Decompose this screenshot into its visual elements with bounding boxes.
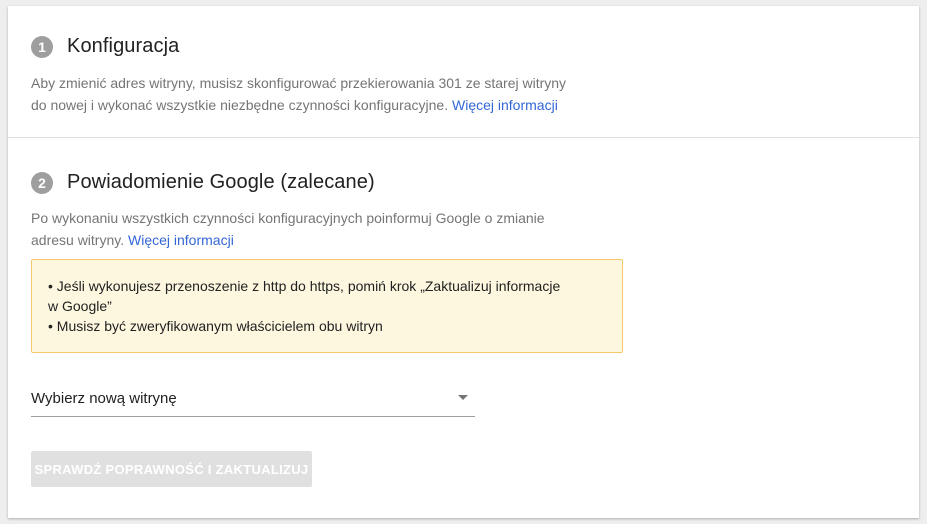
step-1-desc-line2-wrap: do nowej i wykonać wszystkie niezbędne c… (31, 94, 621, 116)
notice-item-verified-owner: • Musisz być zweryfikowanym właścicielem… (48, 318, 383, 334)
warning-notice: • Jeśli wykonujesz przenoszenie z http d… (31, 259, 623, 353)
step-2-desc-line1: Po wykonaniu wszystkich czynności konfig… (31, 210, 545, 226)
step-2-desc-line2-wrap: adresu witryny. Więcej informacji (31, 229, 621, 251)
new-site-select-label: Wybierz nową witrynę (31, 390, 177, 407)
step-2-badge: 2 (31, 171, 53, 194)
step-2-header: 2 Powiadomienie Google (zalecane) (31, 171, 375, 194)
step-2-description: Po wykonaniu wszystkich czynności konfig… (31, 207, 621, 251)
validate-and-update-button[interactable]: SPRAWDŹ POPRAWNOŚĆ I ZAKTUALIZUJ (31, 451, 312, 487)
step-1-learn-more-link[interactable]: Więcej informacji (452, 97, 558, 113)
step-1-header: 1 Konfiguracja (31, 35, 179, 58)
notice-item-https-line1: • Jeśli wykonujesz przenoszenie z http d… (48, 278, 561, 294)
notice-item-https-line2: w Google” (48, 298, 112, 314)
step-2-desc-line2: adresu witryny. (31, 232, 125, 248)
step-1-title: Konfiguracja (67, 35, 180, 57)
step-1-desc-line1: Aby zmienić adres witryny, musisz skonfi… (31, 75, 567, 91)
step-2-learn-more-link[interactable]: Więcej informacji (128, 232, 234, 248)
step-configuration: 1 Konfiguracja Aby zmienić adres witryny… (8, 6, 919, 138)
step-1-desc-line2: do nowej i wykonać wszystkie niezbędne c… (31, 97, 449, 113)
new-site-select[interactable]: Wybierz nową witrynę (31, 385, 475, 417)
step-1-badge: 1 (31, 35, 53, 58)
step-2-title: Powiadomienie Google (zalecane) (67, 171, 375, 193)
caret-down-icon (458, 395, 468, 400)
change-of-address-card: 1 Konfiguracja Aby zmienić adres witryny… (8, 6, 919, 518)
step-1-description: Aby zmienić adres witryny, musisz skonfi… (31, 72, 621, 116)
